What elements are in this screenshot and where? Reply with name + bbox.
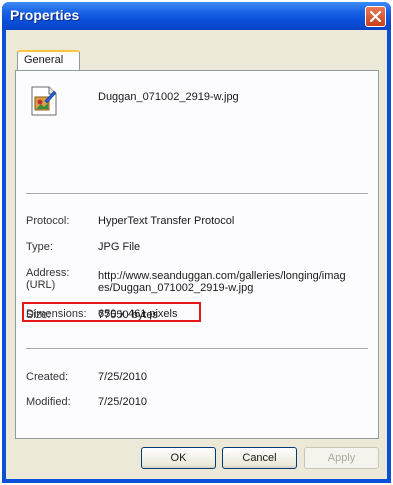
- address-url-label: (URL): [26, 279, 56, 291]
- general-panel: Duggan_071002_2919-w.jpg Protocol: Hyper…: [15, 70, 379, 439]
- file-name: Duggan_071002_2919-w.jpg: [98, 91, 239, 103]
- modified-value: 7/25/2010: [98, 396, 147, 408]
- apply-button[interactable]: Apply: [304, 447, 379, 469]
- dialog-body: General Duggan_071002_2919-w.jpg Protoco…: [6, 30, 387, 479]
- jpg-file-icon: [31, 86, 57, 116]
- address-label: Address:: [26, 267, 70, 279]
- cancel-button[interactable]: Cancel: [222, 447, 297, 469]
- properties-window: Properties General Duggan_071002_2919-w.…: [2, 2, 391, 483]
- address-value-line1: http://www.seanduggan.com/galleries/long…: [98, 270, 346, 282]
- type-value: JPG File: [98, 241, 141, 253]
- address-value-line2: es/Duggan_071002_2919-w.jpg: [98, 282, 254, 294]
- apply-button-label: Apply: [327, 452, 356, 464]
- created-label: Created:: [26, 371, 69, 383]
- ok-button[interactable]: OK: [141, 447, 216, 469]
- close-button[interactable]: [365, 6, 386, 27]
- close-icon: [370, 11, 381, 22]
- cancel-button-label: Cancel: [242, 452, 277, 464]
- created-value: 7/25/2010: [98, 371, 147, 383]
- ok-button-label: OK: [170, 452, 187, 464]
- protocol-value: HyperText Transfer Protocol: [98, 215, 235, 227]
- protocol-label: Protocol:: [26, 215, 70, 227]
- modified-label: Modified:: [26, 396, 71, 408]
- dimensions-value: 650 x 461 pixels: [98, 308, 178, 320]
- dimensions-label: Dimensions:: [26, 308, 87, 320]
- window-title: Properties: [10, 7, 80, 23]
- title-bar[interactable]: Properties: [2, 2, 391, 30]
- separator: [26, 348, 368, 350]
- tab-general[interactable]: General: [17, 50, 80, 70]
- separator: [26, 193, 368, 195]
- tab-general-label: General: [24, 54, 64, 66]
- type-label: Type:: [26, 241, 53, 253]
